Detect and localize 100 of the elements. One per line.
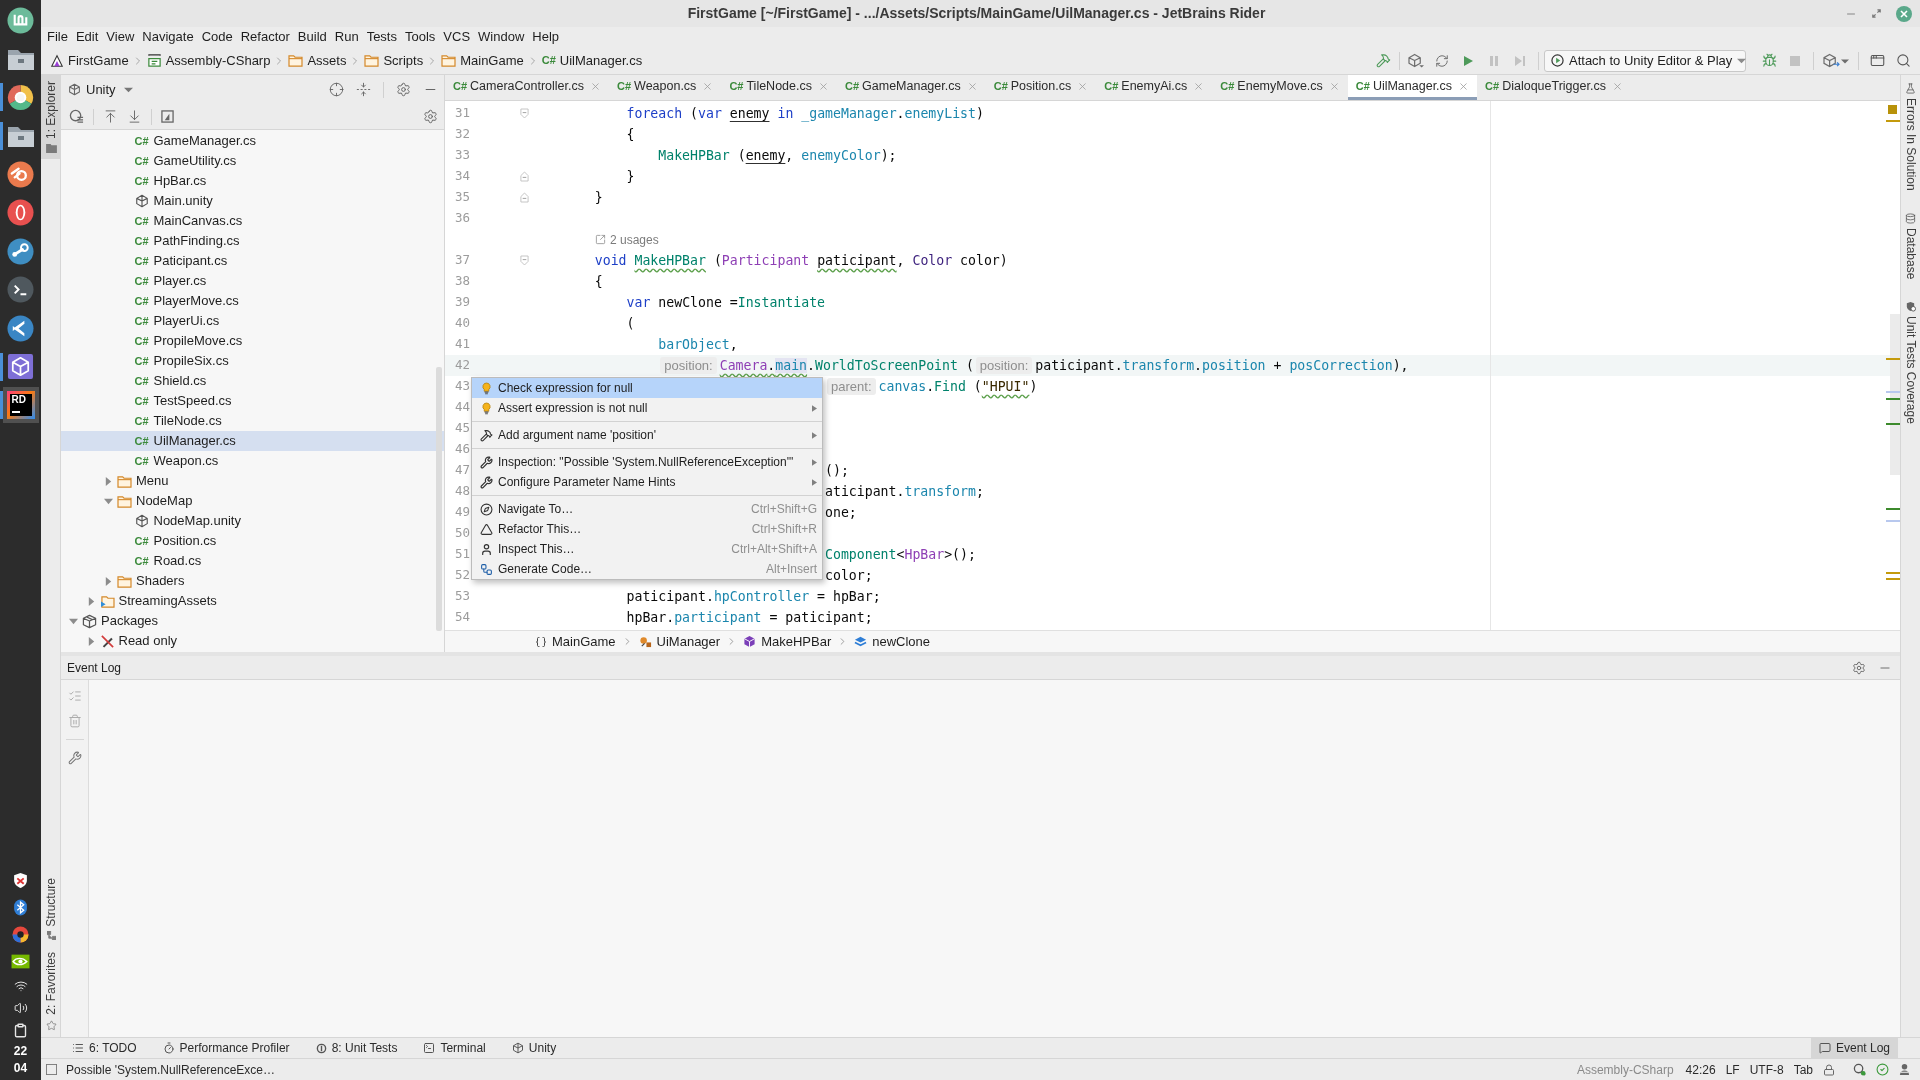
terminal-icon[interactable] (7, 276, 34, 304)
warning-marker[interactable] (1886, 358, 1900, 360)
breadcrumb-item[interactable]: C# UilManager.cs (541, 50, 643, 71)
window-icon[interactable] (1869, 53, 1885, 68)
close-icon[interactable] (702, 80, 714, 92)
tool-window-button[interactable]: Performance Profiler (154, 1038, 298, 1058)
tool-window-button[interactable]: 8: Unit Tests (307, 1038, 406, 1058)
tree-item[interactable]: C# MainCanvas.cs (61, 211, 444, 231)
segmented-circle-icon[interactable] (12, 926, 29, 943)
play-icon[interactable] (1462, 54, 1474, 67)
breadcrumb-item[interactable]: MainGame (441, 50, 524, 71)
close-icon[interactable] (590, 80, 601, 92)
person-icon[interactable] (1899, 1063, 1910, 1076)
clipboard-icon[interactable] (13, 1022, 28, 1038)
tool-window-button[interactable]: Event Log (1810, 1038, 1898, 1058)
tree-item[interactable]: C# Paticipant.cs (61, 251, 444, 271)
tree-item[interactable]: C# TileNode.cs (61, 411, 444, 431)
breadcrumb-item[interactable]: MakeHPBar (743, 631, 832, 652)
cube-caret-icon[interactable] (1407, 53, 1425, 68)
menubar-item[interactable]: File (43, 27, 72, 47)
tree-item[interactable]: C# HpBar.cs (61, 171, 444, 191)
menubar-item[interactable]: Edit (71, 27, 103, 47)
breadcrumb-item[interactable]: FirstGame (50, 50, 129, 71)
close-icon[interactable] (966, 80, 978, 92)
tool-window-button[interactable]: Terminal (415, 1038, 494, 1058)
usages-link[interactable]: 2 usages (595, 230, 659, 249)
chevron-circle-icon[interactable] (7, 314, 34, 342)
menubar-item[interactable]: VCS (439, 27, 475, 47)
change-marker[interactable] (1886, 508, 1900, 510)
warning-marker[interactable] (1886, 578, 1900, 580)
bluetooth-icon[interactable] (12, 899, 29, 916)
editor-tab[interactable]: C# UilManager.cs (1347, 75, 1478, 100)
popup-item[interactable]: Configure Parameter Name Hints (472, 472, 822, 492)
settings-icon[interactable] (423, 109, 438, 124)
circle-list-icon[interactable] (69, 109, 84, 124)
change-marker[interactable] (1886, 423, 1900, 425)
tree-item[interactable]: NodeMap.unity (61, 511, 444, 531)
round-logo-icon[interactable] (7, 6, 34, 34)
wrench-icon[interactable] (67, 751, 82, 765)
menubar-item[interactable]: Build (293, 27, 331, 47)
fold-icon[interactable] (520, 108, 529, 119)
caret-down-icon[interactable] (104, 496, 113, 506)
tree-item[interactable]: C# PlayerUi.cs (61, 311, 444, 331)
fold-icon[interactable] (520, 171, 529, 182)
editor-tab[interactable]: C# TileNode.cs (721, 75, 837, 100)
menubar-item[interactable]: View (102, 27, 139, 47)
tree-item[interactable]: C# Road.cs (61, 551, 444, 571)
view-selector[interactable]: Unity (68, 79, 133, 100)
tool-window-button[interactable]: 1: Explorer (41, 75, 61, 160)
popup-item[interactable]: Inspect This… Ctrl+Alt+Shift+A (472, 539, 822, 559)
indent-setting[interactable]: Tab (1793, 1060, 1813, 1079)
line-ending[interactable]: LF (1725, 1060, 1740, 1079)
tree-item[interactable]: C# PropileSix.cs (61, 351, 444, 371)
close-icon[interactable] (1896, 5, 1912, 22)
popup-item[interactable]: Generate Code… Alt+Insert (472, 559, 822, 579)
editor-tab[interactable]: C# CameraController.cs (445, 75, 609, 100)
warning-marker[interactable] (1886, 572, 1900, 574)
editor-tab[interactable]: C# EnemyMove.cs (1212, 75, 1348, 100)
checklist-icon[interactable] (67, 689, 82, 703)
editor-tab[interactable]: C# Position.cs (985, 75, 1097, 100)
fold-icon[interactable] (520, 255, 529, 266)
close-icon[interactable] (1193, 80, 1205, 92)
close-icon[interactable] (1328, 80, 1340, 92)
bug-icon[interactable] (1761, 53, 1777, 68)
editor-tab[interactable]: C# EnemyAi.cs (1096, 75, 1213, 100)
fold-icon[interactable] (520, 192, 529, 203)
tree-item[interactable]: C# UilManager.cs (61, 431, 444, 451)
menubar-item[interactable]: Run (330, 27, 363, 47)
trash-icon[interactable] (67, 714, 82, 728)
caret-right-icon[interactable] (86, 636, 96, 646)
editor-tab[interactable]: C# GameManager.cs (837, 75, 986, 100)
menubar-item[interactable]: Code (197, 27, 237, 47)
popup-item[interactable]: Assert expression is not null (472, 398, 822, 418)
tool-window-button[interactable]: Structure (41, 871, 61, 947)
tree-item[interactable]: C# PropileMove.cs (61, 331, 444, 351)
restore-icon[interactable] (1871, 8, 1882, 19)
tree-item[interactable]: C# Player.cs (61, 271, 444, 291)
popup-item[interactable]: Check expression for null (472, 378, 822, 398)
close-icon[interactable] (1611, 80, 1623, 92)
menubar-item[interactable]: Help (528, 27, 564, 47)
menubar-item[interactable]: Navigate (138, 27, 198, 47)
breadcrumb-item[interactable]: Assembly-CSharp (146, 50, 271, 71)
tree-item[interactable]: C# Shield.cs (61, 371, 444, 391)
tree-item[interactable]: Main.unity (61, 191, 444, 211)
menubar-item[interactable]: Window (474, 27, 529, 47)
usage-marker[interactable] (1886, 391, 1900, 393)
ring-icon[interactable] (7, 199, 34, 227)
tree-item[interactable]: Shaders (61, 571, 444, 591)
check-circle-icon[interactable] (1876, 1063, 1889, 1076)
app-logo[interactable]: RD (6, 391, 35, 420)
popup-item[interactable]: Refactor This… Ctrl+Shift+R (472, 519, 822, 539)
editor-tab[interactable]: C# Weapon.cs (609, 75, 722, 100)
close-icon[interactable] (1458, 80, 1470, 92)
breadcrumb-item[interactable]: MainGame (535, 631, 616, 652)
usage-marker[interactable] (1886, 520, 1900, 522)
close-icon[interactable] (818, 80, 829, 92)
tree-item[interactable]: Menu (61, 471, 444, 491)
caret-down-icon[interactable] (1841, 56, 1849, 65)
arrow-up-icon[interactable] (103, 109, 118, 124)
hammer-icon[interactable] (1375, 53, 1391, 68)
